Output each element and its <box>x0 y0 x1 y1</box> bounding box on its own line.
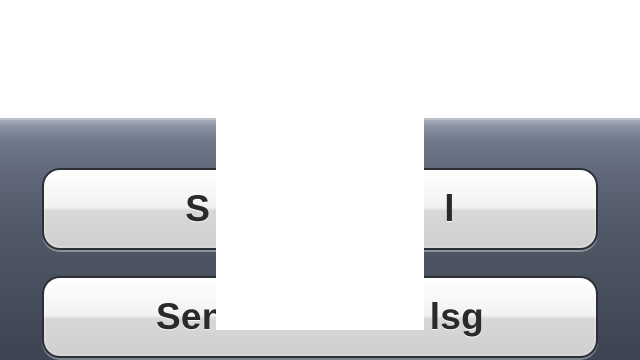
occlusion-box <box>216 32 424 330</box>
button-label-right: l <box>444 188 455 229</box>
button-label-left: Sen <box>155 296 225 337</box>
button-label-left: S <box>185 188 211 229</box>
button-label-right: lsg <box>429 296 485 337</box>
